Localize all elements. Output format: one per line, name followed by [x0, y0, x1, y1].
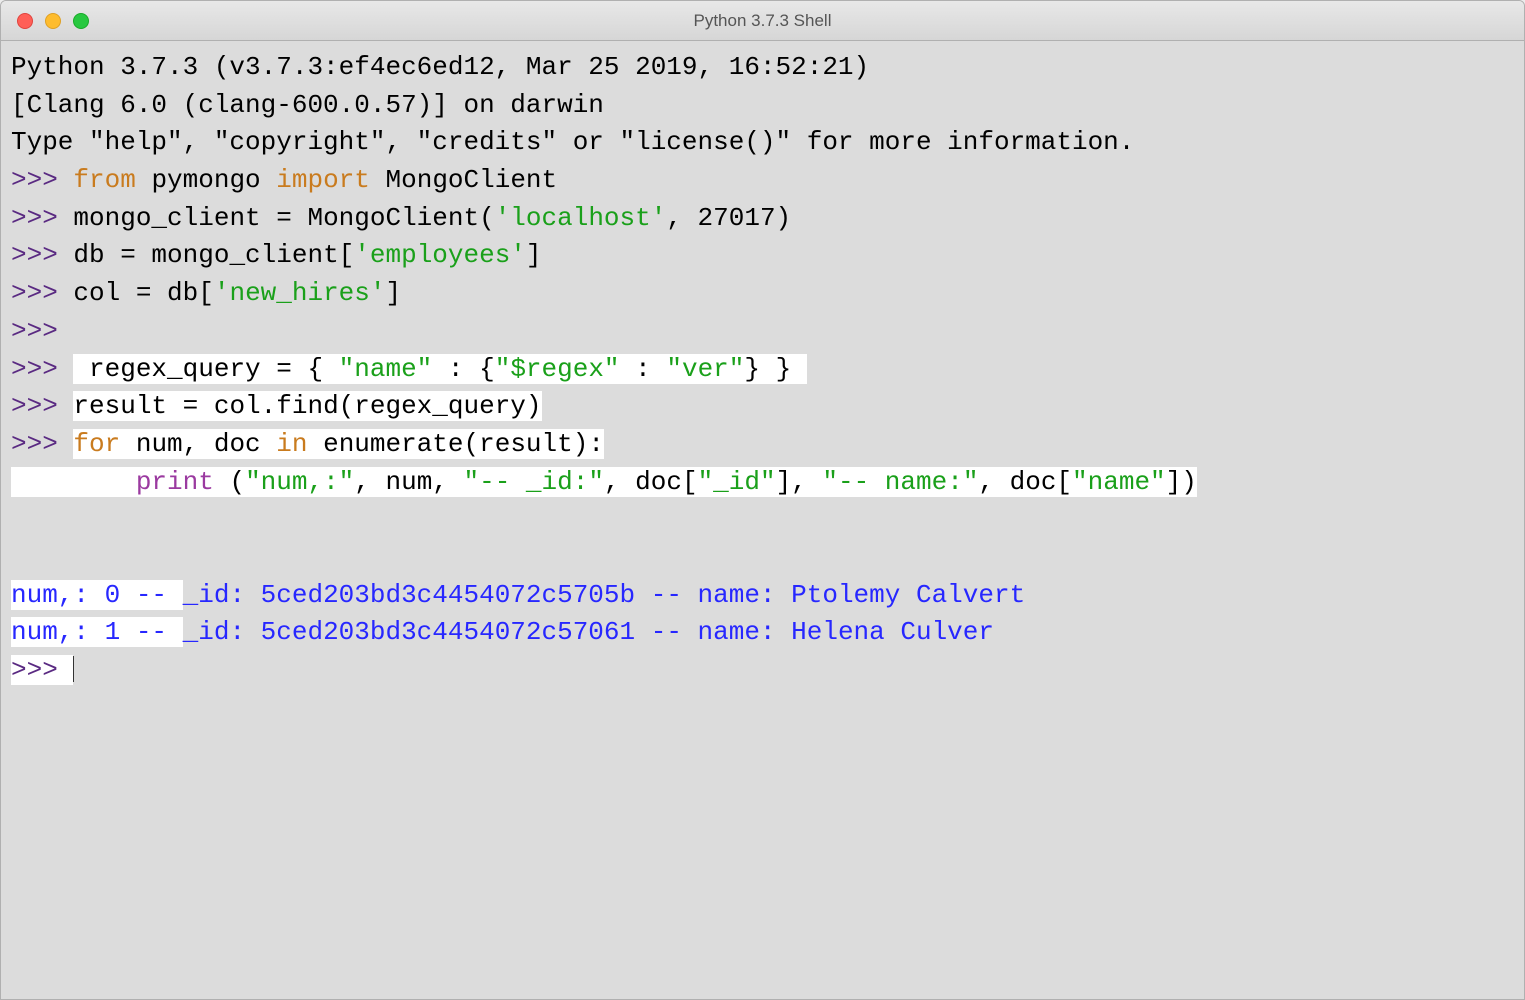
code-text: , 27017)	[666, 203, 791, 233]
prompt: >>>	[11, 391, 73, 421]
string-literal: 'employees'	[354, 240, 526, 270]
code-text: ]	[526, 240, 542, 270]
string-literal: "ver"	[666, 354, 744, 384]
code-text: (	[214, 467, 245, 497]
code-text: mongo_client = MongoClient(	[73, 203, 494, 233]
highlighted-code: print ("num,:", num, "-- _id:", doc["_id…	[11, 467, 1197, 497]
titlebar: Python 3.7.3 Shell	[1, 1, 1524, 41]
prompt: >>>	[11, 203, 73, 233]
keyword-for: for	[73, 429, 120, 459]
string-literal: "num,:"	[245, 467, 354, 497]
output-line: _id: 5ced203bd3c4454072c57061 -- name: H…	[183, 617, 994, 647]
code-text: ],	[776, 467, 823, 497]
code-text: db = mongo_client[	[73, 240, 354, 270]
output-line: _id: 5ced203bd3c4454072c5705b -- name: P…	[183, 580, 1026, 610]
banner-line: [Clang 6.0 (clang-600.0.57)] on darwin	[11, 90, 604, 120]
idle-window: Python 3.7.3 Shell Python 3.7.3 (v3.7.3:…	[0, 0, 1525, 1000]
highlighted-code: regex_query = { "name" : {"$regex" : "ve…	[73, 354, 806, 384]
keyword-from: from	[73, 165, 135, 195]
prompt: >>>	[11, 240, 73, 270]
code-text: num, doc	[120, 429, 276, 459]
prompt: >>>	[11, 429, 73, 459]
traffic-lights	[17, 13, 89, 29]
minimize-icon[interactable]	[45, 13, 61, 29]
window-title: Python 3.7.3 Shell	[1, 11, 1524, 31]
string-literal: "name"	[339, 354, 433, 384]
code-text: : {	[432, 354, 494, 384]
prompt: >>>	[11, 278, 73, 308]
string-literal: 'localhost'	[495, 203, 667, 233]
code-text: regex_query = {	[73, 354, 338, 384]
prompt: >>>	[11, 316, 73, 346]
maximize-icon[interactable]	[73, 13, 89, 29]
string-literal: "$regex"	[495, 354, 620, 384]
highlighted-code: for num, doc in enumerate(result):	[73, 429, 604, 459]
keyword-import: import	[276, 165, 370, 195]
banner-line: Python 3.7.3 (v3.7.3:ef4ec6ed12, Mar 25 …	[11, 52, 885, 82]
close-icon[interactable]	[17, 13, 33, 29]
prompt: >>>	[11, 165, 73, 195]
code-text: , doc[	[604, 467, 698, 497]
string-literal: "-- name:"	[822, 467, 978, 497]
builtin-print: print	[136, 467, 214, 497]
code-text: MongoClient	[370, 165, 557, 195]
text-cursor	[73, 656, 74, 682]
code-text: pymongo	[136, 165, 276, 195]
code-text: , num,	[354, 467, 463, 497]
code-text: ])	[1166, 467, 1197, 497]
code-text	[11, 467, 136, 497]
code-text: :	[620, 354, 667, 384]
code-text: enumerate(result):	[307, 429, 603, 459]
code-text: , doc[	[978, 467, 1072, 497]
string-literal: "_id"	[698, 467, 776, 497]
string-literal: "name"	[1072, 467, 1166, 497]
output-line: num,: 0 --	[11, 580, 183, 610]
string-literal: 'new_hires'	[214, 278, 386, 308]
code-text: } }	[744, 354, 806, 384]
code-text: ]	[386, 278, 402, 308]
highlighted-code: result = col.find(regex_query)	[73, 391, 541, 421]
string-literal: "-- _id:"	[464, 467, 604, 497]
banner-line: Type "help", "copyright", "credits" or "…	[11, 127, 1134, 157]
keyword-in: in	[276, 429, 307, 459]
output-line: num,: 1 --	[11, 617, 183, 647]
prompt: >>>	[11, 655, 73, 685]
prompt: >>>	[11, 354, 73, 384]
code-text: col = db[	[73, 278, 213, 308]
shell-content[interactable]: Python 3.7.3 (v3.7.3:ef4ec6ed12, Mar 25 …	[1, 41, 1524, 999]
